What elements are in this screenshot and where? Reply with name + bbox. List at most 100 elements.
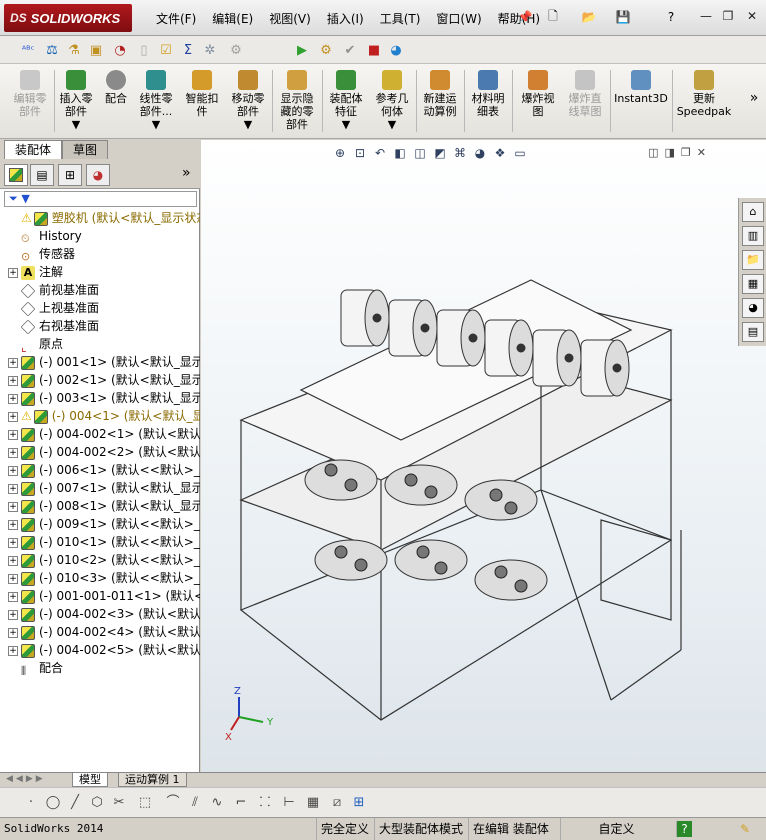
measure-icon[interactable]: ⚖ bbox=[42, 40, 62, 60]
mate-button[interactable]: 配合 bbox=[100, 68, 132, 136]
tree-item[interactable]: + (-) 001<1> (默认<默认_显示 bbox=[0, 353, 200, 371]
relations-icon[interactable]: ⊞ bbox=[350, 794, 368, 812]
tree-item[interactable]: ⚠ 塑胶机 (默认<默认_显示状态 bbox=[0, 209, 200, 227]
macro-icon[interactable]: ▶ bbox=[292, 40, 312, 60]
smart-fasteners-button[interactable]: 智能扣 件 bbox=[182, 68, 222, 136]
stop-icon[interactable]: ■ bbox=[364, 40, 384, 60]
reference-geometry-button[interactable]: 参考几 何体 ▼ bbox=[372, 68, 412, 136]
linear-pattern-button[interactable]: 线性零 部件... ▼ bbox=[134, 68, 178, 136]
tree-item[interactable]: + (-) 004-002<4> (默认<默认 bbox=[0, 623, 200, 641]
property-manager-icon[interactable]: ▤ bbox=[30, 164, 54, 186]
tree-item[interactable]: + (-) 006<1> (默认<<默认>_显 bbox=[0, 461, 200, 479]
tree-item[interactable]: + (-) 004-002<5> (默认<默认 bbox=[0, 641, 200, 659]
expand-icon[interactable]: + bbox=[8, 483, 18, 494]
arc-icon[interactable]: ⌒ bbox=[164, 794, 182, 812]
tree-item[interactable]: ⏲ History bbox=[0, 227, 200, 245]
clearance-icon[interactable]: ⚙ bbox=[226, 40, 246, 60]
grid-icon[interactable]: ▦ bbox=[304, 794, 322, 812]
sum-icon[interactable]: Σ bbox=[178, 40, 198, 60]
menu-window[interactable]: 窗口(W) bbox=[428, 10, 489, 28]
feature-manager-icon[interactable] bbox=[4, 164, 28, 186]
tree-item[interactable]: + (-) 010<2> (默认<<默认>_显 bbox=[0, 551, 200, 569]
tab-assembly[interactable]: 装配体 bbox=[4, 140, 63, 159]
pin-icon[interactable]: 📌 bbox=[516, 8, 534, 26]
expand-icon[interactable]: + bbox=[8, 609, 18, 620]
slot-icon[interactable]: ⫽ bbox=[186, 794, 204, 812]
expand-icon[interactable]: + bbox=[8, 393, 18, 404]
tree-item[interactable]: + (-) 004-002<2> (默认<默认 bbox=[0, 443, 200, 461]
expand-icon[interactable]: + bbox=[8, 375, 18, 386]
expand-icon[interactable]: + bbox=[8, 465, 18, 476]
circle-icon[interactable]: ◯ bbox=[44, 794, 62, 812]
display-manager-icon[interactable]: ◕ bbox=[86, 164, 110, 186]
new-document-icon[interactable]: 🗋 bbox=[544, 8, 562, 26]
menu-tools[interactable]: 工具(T) bbox=[372, 10, 429, 28]
point-icon[interactable]: · bbox=[22, 794, 40, 812]
rectangle-icon[interactable]: ⌐ bbox=[232, 794, 250, 812]
tree-filter[interactable]: ⏷ ▼ bbox=[4, 191, 197, 207]
tree-item[interactable]: + (-) 008<1> (默认<默认_显示 bbox=[0, 497, 200, 515]
expand-icon[interactable]: + bbox=[8, 591, 18, 602]
expand-icon[interactable]: + bbox=[8, 501, 18, 512]
assembly-features-button[interactable]: 装配体 特征 ▼ bbox=[324, 68, 368, 136]
corner-rect-icon[interactable]: ⸬ bbox=[256, 794, 274, 812]
options-icon[interactable]: ✔ bbox=[340, 40, 360, 60]
home-icon[interactable]: ⌂ bbox=[742, 202, 764, 222]
polygon-icon[interactable]: ⬡ bbox=[88, 794, 106, 812]
bill-of-materials-button[interactable]: 材料明 细表 bbox=[466, 68, 510, 136]
expand-icon[interactable]: + bbox=[8, 411, 18, 422]
appearance-icon[interactable]: ◕ bbox=[386, 40, 406, 60]
custom-properties-icon[interactable]: ▤ bbox=[742, 322, 764, 342]
update-speedpak-button[interactable]: 更新 Speedpak bbox=[674, 68, 734, 136]
tab-motion-study-1[interactable]: 运动算例 1 bbox=[118, 773, 187, 787]
section-properties-icon[interactable]: ▣ bbox=[86, 40, 106, 60]
tree-item[interactable]: 上视基准面 bbox=[0, 299, 200, 317]
tree-item[interactable]: + (-) 010<3> (默认<<默认>_显 bbox=[0, 569, 200, 587]
tree-item[interactable]: 前视基准面 bbox=[0, 281, 200, 299]
solidworks-logo[interactable]: DS SOLIDWORKS bbox=[4, 4, 132, 32]
tree-item[interactable]: + (-) 004-002<1> (默认<默认 bbox=[0, 425, 200, 443]
tab-model[interactable]: 模型 bbox=[72, 773, 108, 787]
expand-icon[interactable]: + bbox=[8, 429, 18, 440]
tree-item[interactable]: ⫴ 配合 bbox=[0, 659, 200, 677]
offset-icon[interactable]: ⬚ bbox=[136, 794, 154, 812]
close-icon[interactable]: ✕ bbox=[744, 8, 760, 24]
expand-icon[interactable]: + bbox=[8, 357, 18, 368]
explode-line-sketch-button[interactable]: 爆炸直 线草图 bbox=[562, 68, 608, 136]
expand-icon[interactable]: + bbox=[8, 645, 18, 656]
check-icon[interactable]: ◔ bbox=[110, 40, 130, 60]
tree-item[interactable]: + (-) 004-002<3> (默认<默认 bbox=[0, 605, 200, 623]
instant3d-button[interactable]: Instant3D bbox=[612, 68, 670, 136]
tree-item[interactable]: + A 注解 bbox=[0, 263, 200, 281]
line-icon[interactable]: ╱ bbox=[66, 794, 84, 812]
menu-file[interactable]: 文件(F) bbox=[148, 10, 204, 28]
expand-icon[interactable]: + bbox=[8, 555, 18, 566]
menu-insert[interactable]: 插入(I) bbox=[319, 10, 372, 28]
expand-icon[interactable]: + bbox=[8, 447, 18, 458]
tree-item[interactable]: ⌞ 原点 bbox=[0, 335, 200, 353]
open-folder-icon[interactable]: 📂 bbox=[580, 8, 598, 26]
insert-component-button[interactable]: 插入零 部件 ▼ bbox=[56, 68, 96, 136]
show-hidden-components-button[interactable]: 显示隐 藏的零 部件 bbox=[274, 68, 320, 136]
spellcheck-icon[interactable]: ᴬᴮᶜ bbox=[18, 40, 38, 60]
menu-view[interactable]: 视图(V) bbox=[261, 10, 319, 28]
simulation-icon[interactable]: ▯ bbox=[134, 40, 154, 60]
rebuild-icon[interactable]: ✎ bbox=[736, 818, 754, 840]
tab-scroll-arrows-icon[interactable]: ◀◀▶▶ bbox=[6, 774, 46, 784]
status-help-icon[interactable]: ? bbox=[676, 821, 692, 837]
menu-edit[interactable]: 编辑(E) bbox=[204, 10, 261, 28]
mirror-icon[interactable]: ⧄ bbox=[328, 794, 346, 812]
minimize-icon[interactable]: — bbox=[698, 8, 714, 24]
interference-icon[interactable]: ✲ bbox=[200, 40, 220, 60]
exploded-view-button[interactable]: 爆炸视 图 bbox=[514, 68, 562, 136]
tree-item[interactable]: + (-) 003<1> (默认<默认_显示 bbox=[0, 389, 200, 407]
tree-item[interactable]: + ⚠ (-) 004<1> (默认<默认_显 bbox=[0, 407, 200, 425]
tab-sketch[interactable]: 草图 bbox=[62, 140, 109, 159]
expand-icon[interactable]: + bbox=[8, 267, 18, 278]
restore-icon[interactable]: ❐ bbox=[720, 8, 736, 24]
units-selector[interactable]: 自定义 bbox=[560, 818, 672, 840]
expand-icon[interactable]: + bbox=[8, 519, 18, 530]
panel-expand-chevron-icon[interactable]: » bbox=[182, 165, 191, 181]
move-component-button[interactable]: 移动零 部件 ▼ bbox=[226, 68, 270, 136]
tree-item[interactable]: + (-) 009<1> (默认<<默认>_显 bbox=[0, 515, 200, 533]
